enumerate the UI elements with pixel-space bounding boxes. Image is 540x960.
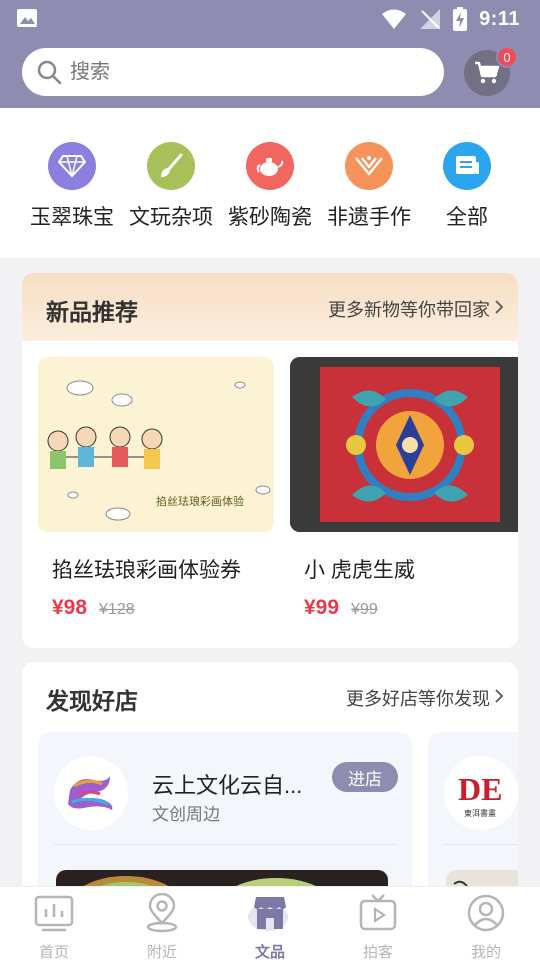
category-label: 玉翠珠宝: [30, 206, 114, 229]
battery-charging-icon: [453, 7, 468, 31]
cart-icon: [475, 61, 500, 84]
status-bar: 9:11: [0, 0, 540, 38]
chevron-right-icon[interactable]: [494, 299, 504, 315]
category-label: 文玩杂项: [129, 206, 213, 229]
diamond-icon: [48, 142, 96, 190]
product-original-price: ¥99: [351, 601, 378, 618]
product-name: 掐丝珐琅彩画体验券: [52, 559, 241, 582]
chevron-right-icon[interactable]: [494, 688, 504, 704]
more-shops-link[interactable]: 更多好店等你发现: [346, 685, 490, 711]
product-price-row: ¥98 ¥128: [52, 596, 274, 620]
section-header: 新品推荐 更多新物等你带回家: [22, 273, 518, 341]
new-products-section: 新品推荐 更多新物等你带回家 掐丝珐琅彩画体验 掐丝珐琅彩画体验券 ¥98 ¥1…: [22, 273, 518, 648]
shop-icon: [248, 897, 288, 931]
nav-nearby[interactable]: 附近: [108, 893, 216, 960]
category-all[interactable]: 全部: [417, 142, 517, 231]
divider: [444, 844, 518, 845]
shop-logo-text: DE: [458, 771, 502, 807]
ornament-icon: [345, 142, 393, 190]
brush-icon: [147, 142, 195, 190]
product-price-row: ¥99 ¥99: [304, 596, 518, 620]
nav-label: 文品: [254, 944, 285, 960]
nav-label: 拍客: [362, 944, 393, 960]
shop-category: 文创周边: [152, 805, 220, 824]
category-label: 非遗手作: [327, 206, 411, 229]
video-icon: [359, 894, 397, 931]
shop-logo-caption: 東洱書畫: [464, 808, 496, 818]
nav-label: 附近: [146, 944, 177, 960]
category-clay-ceramics[interactable]: 紫砂陶瓷: [220, 142, 320, 231]
no-signal-icon: [420, 9, 441, 29]
product-card[interactable]: 小 虎虎生威 ¥99 ¥99: [290, 357, 518, 620]
nav-home[interactable]: 首页: [0, 893, 108, 960]
category-row: 玉翠珠宝 文玩杂项 紫砂陶瓷 非遗手作 全部: [0, 108, 540, 258]
enter-shop-button[interactable]: 进店: [332, 762, 398, 792]
image-notification-icon: [17, 9, 37, 27]
cart-badge: 0: [496, 46, 518, 68]
section-title: 发现好店: [46, 688, 138, 714]
product-original-price: ¥128: [99, 601, 135, 618]
nav-label: 我的: [470, 944, 501, 960]
profile-icon: [467, 894, 505, 932]
product-name: 小 虎虎生威: [304, 559, 415, 582]
shop-logo: [54, 756, 128, 830]
product-card[interactable]: 掐丝珐琅彩画体验 掐丝珐琅彩画体验券 ¥98 ¥128: [38, 357, 274, 620]
shop-name: 云上文化云自...: [152, 773, 303, 798]
more-new-products-link[interactable]: 更多新物等你带回家: [328, 296, 490, 322]
list-icon: [443, 142, 491, 190]
product-image: [290, 357, 518, 532]
search-bar[interactable]: [22, 48, 444, 96]
section-title: 新品推荐: [46, 299, 138, 325]
product-price: ¥98: [52, 596, 88, 619]
nav-video[interactable]: 拍客: [324, 893, 432, 960]
nav-profile[interactable]: 我的: [432, 893, 540, 960]
search-input[interactable]: [70, 60, 390, 84]
shop-logo: DE 東洱書畫: [444, 756, 518, 830]
category-heritage-craft[interactable]: 非遗手作: [319, 142, 419, 231]
nav-label: 首页: [38, 944, 69, 960]
top-header: 9:11 0: [0, 0, 540, 108]
category-curios[interactable]: 文玩杂项: [121, 142, 221, 231]
search-icon: [37, 60, 62, 85]
category-jade-jewelry[interactable]: 玉翠珠宝: [22, 142, 122, 231]
bottom-navigation: 首页 附近 文品 拍客 我的: [0, 886, 540, 960]
nav-culture-products[interactable]: 文品: [216, 893, 324, 960]
home-chart-icon: [34, 895, 74, 932]
divider: [54, 844, 396, 845]
category-label: 紫砂陶瓷: [228, 206, 312, 229]
product-price: ¥99: [304, 596, 340, 619]
cart-button[interactable]: 0: [464, 46, 518, 96]
wifi-icon: [382, 9, 407, 29]
product-image: 掐丝珐琅彩画体验: [38, 357, 274, 532]
teapot-icon: [246, 142, 294, 190]
product-image-caption: 掐丝珐琅彩画体验: [156, 494, 244, 508]
category-label: 全部: [446, 206, 488, 229]
location-icon: [146, 893, 178, 933]
status-time: 9:11: [479, 7, 520, 30]
